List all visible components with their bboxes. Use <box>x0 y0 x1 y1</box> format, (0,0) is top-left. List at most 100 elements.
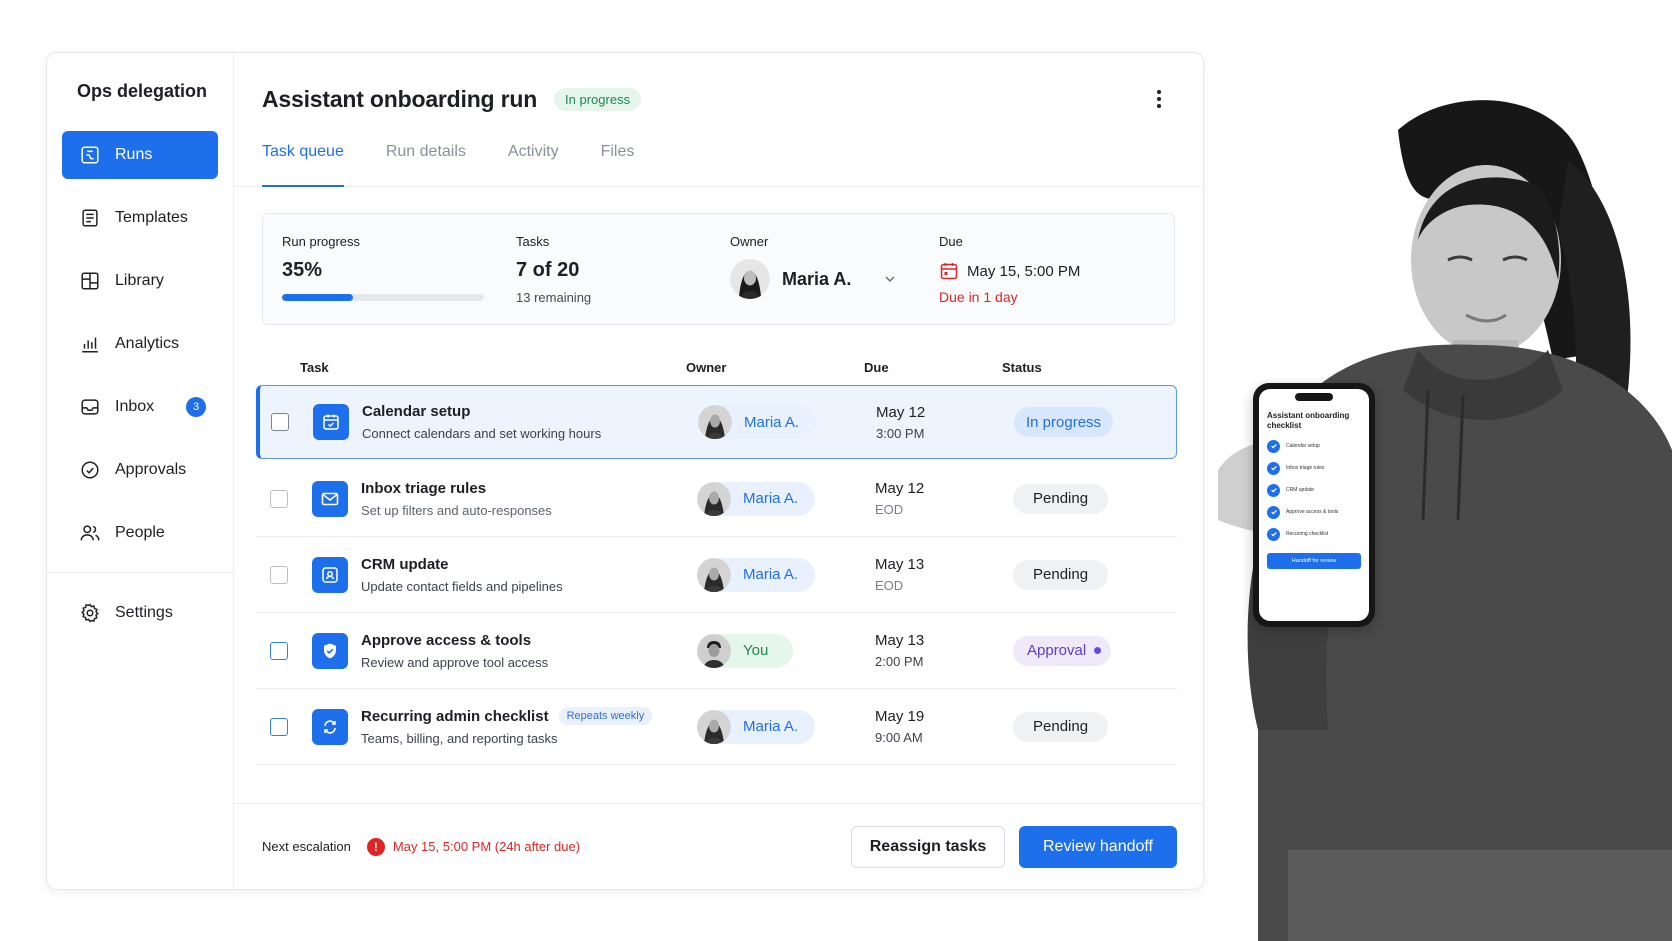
avatar <box>697 709 731 744</box>
owner-name: Maria A. <box>743 566 799 583</box>
main-panel: Assistant onboarding run In progress Tas… <box>234 53 1203 889</box>
kebab-dot-icon <box>1157 104 1161 108</box>
alert-icon: ! <box>366 837 385 856</box>
task-info: Calendar setup Connect calendars and set… <box>362 403 698 441</box>
check-icon <box>1267 527 1280 541</box>
calendar-icon <box>940 263 958 280</box>
sidebar-item-library[interactable]: Library <box>62 257 218 305</box>
row-checkbox[interactable] <box>270 641 288 660</box>
sidebar-item-settings[interactable]: Settings <box>62 589 218 637</box>
review-handoff-button[interactable]: Review handoff <box>1019 825 1177 868</box>
table-header: Task Owner Due Status <box>256 349 1177 385</box>
due-value: May 15, 5:00 PM <box>967 262 1081 280</box>
avatar <box>698 405 732 439</box>
sidebar-nav: Runs Templates Library Analytics Inbox 3 <box>47 131 233 637</box>
owner-cell: Maria A. <box>697 557 875 592</box>
due-time: EOD <box>875 502 904 517</box>
owner-chip[interactable]: Maria A. <box>697 709 815 744</box>
escalation-label: Next escalation <box>262 839 351 854</box>
task-info: Recurring admin checklist Repeats weekly… <box>361 707 697 746</box>
phone-checklist-item: Inbox triage rules <box>1267 461 1361 475</box>
tab-task-queue[interactable]: Task queue <box>262 131 344 187</box>
row-checkbox[interactable] <box>270 489 288 508</box>
status-badge: Approval <box>1013 635 1112 666</box>
owner-cell: You <box>697 633 875 668</box>
more-options-button[interactable] <box>1149 87 1169 111</box>
due-time: 9:00 AM <box>875 730 923 745</box>
task-title: Calendar setup <box>362 403 471 420</box>
due-date: May 19 <box>875 708 925 725</box>
column-header-task: Task <box>300 359 329 375</box>
avatar <box>697 633 731 668</box>
owner-chip[interactable]: Maria A. <box>697 557 815 592</box>
footer-bar: Next escalation ! May 15, 5:00 PM (24h a… <box>234 803 1203 889</box>
task-table: Task Owner Due Status Calendar setup Con… <box>256 349 1177 765</box>
sidebar-item-templates[interactable]: Templates <box>62 194 218 242</box>
run-summary-card: Run progress 35% Tasks 7 of 20 13 remain… <box>262 213 1175 325</box>
owner-chip[interactable]: Maria A. <box>698 405 816 439</box>
task-info: Approve access & tools Review and approv… <box>361 632 697 670</box>
owner-selector[interactable]: Maria A. <box>730 259 897 299</box>
tab-activity[interactable]: Activity <box>508 131 559 186</box>
status-cell: Approval <box>1013 635 1112 666</box>
table-row[interactable]: Inbox triage rules Set up filters and au… <box>256 461 1177 537</box>
phone-item-label: Inbox triage rules <box>1286 465 1325 471</box>
status-cell: Pending <box>1013 711 1109 742</box>
sidebar-item-label: Settings <box>115 604 173 621</box>
summary-owner: Owner Maria A. <box>730 234 897 299</box>
table-row[interactable]: Approve access & tools Review and approv… <box>256 613 1177 689</box>
check-icon <box>1267 483 1280 497</box>
row-checkbox[interactable] <box>270 565 288 584</box>
phone-title: Assistant onboarding checklist <box>1267 411 1350 430</box>
task-subtitle: Set up filters and auto-responses <box>361 502 552 518</box>
calendar-icon <box>313 404 349 440</box>
column-header-owner: Owner <box>686 359 727 375</box>
sidebar-item-inbox[interactable]: Inbox 3 <box>62 383 218 431</box>
sidebar-item-label: Approvals <box>115 461 187 478</box>
row-checkbox[interactable] <box>271 413 289 431</box>
shield-icon <box>312 632 348 669</box>
analytics-icon <box>82 337 98 353</box>
phone-item-label: Recurring checklist <box>1286 531 1329 537</box>
status-badge: Pending <box>1013 711 1109 742</box>
tasks-remaining: 13 remaining <box>516 290 592 305</box>
status-cell: Pending <box>1013 483 1109 514</box>
due-time: 2:00 PM <box>875 654 924 669</box>
phone-item-label: CRM update <box>1286 487 1315 493</box>
approvals-icon <box>81 461 99 479</box>
task-title-row: Recurring admin checklist Repeats weekly <box>361 707 697 725</box>
run-status-badge: In progress <box>554 87 642 111</box>
table-row[interactable]: CRM update Update contact fields and pip… <box>256 537 1177 613</box>
owner-chip[interactable]: You <box>697 633 793 668</box>
check-icon <box>1267 505 1280 519</box>
status-cell: Pending <box>1013 559 1109 590</box>
row-checkbox[interactable] <box>270 717 288 736</box>
table-row[interactable]: Calendar setup Connect calendars and set… <box>256 385 1177 459</box>
column-header-status: Status <box>1002 359 1042 375</box>
due-time: 3:00 PM <box>876 425 925 441</box>
sidebar-item-runs[interactable]: Runs <box>62 131 218 179</box>
sidebar-item-approvals[interactable]: Approvals <box>62 446 218 494</box>
due-cell: May 12 EOD <box>875 480 1013 517</box>
owner-chip[interactable]: Maria A. <box>697 481 815 516</box>
sidebar-item-analytics[interactable]: Analytics <box>62 320 218 368</box>
page-header: Assistant onboarding run In progress <box>234 53 1203 121</box>
crm-contact-icon <box>312 556 348 593</box>
phone-checklist-item: Approve access & tools <box>1267 505 1361 519</box>
repeat-icon <box>312 708 348 745</box>
due-date: May 13 <box>875 632 925 649</box>
table-row[interactable]: Recurring admin checklist Repeats weekly… <box>256 689 1177 765</box>
sidebar-item-label: Templates <box>115 209 188 226</box>
reassign-tasks-button[interactable]: Reassign tasks <box>851 825 1005 868</box>
due-cell: May 13 EOD <box>875 556 1013 593</box>
status-badge: Pending <box>1013 483 1109 514</box>
escalation-value: May 15, 5:00 PM (24h after due) <box>392 839 581 854</box>
gear-icon <box>81 603 99 623</box>
phone-item-label: Calendar setup <box>1286 443 1320 449</box>
tab-files[interactable]: Files <box>601 131 635 186</box>
due-date: May 12 <box>876 403 926 421</box>
task-subtitle: Review and approve tool access <box>361 654 549 670</box>
tab-run-details[interactable]: Run details <box>386 131 466 186</box>
sidebar-item-people[interactable]: People <box>62 509 218 557</box>
phone-screen: Assistant onboarding checklist Calendar … <box>1259 389 1369 621</box>
